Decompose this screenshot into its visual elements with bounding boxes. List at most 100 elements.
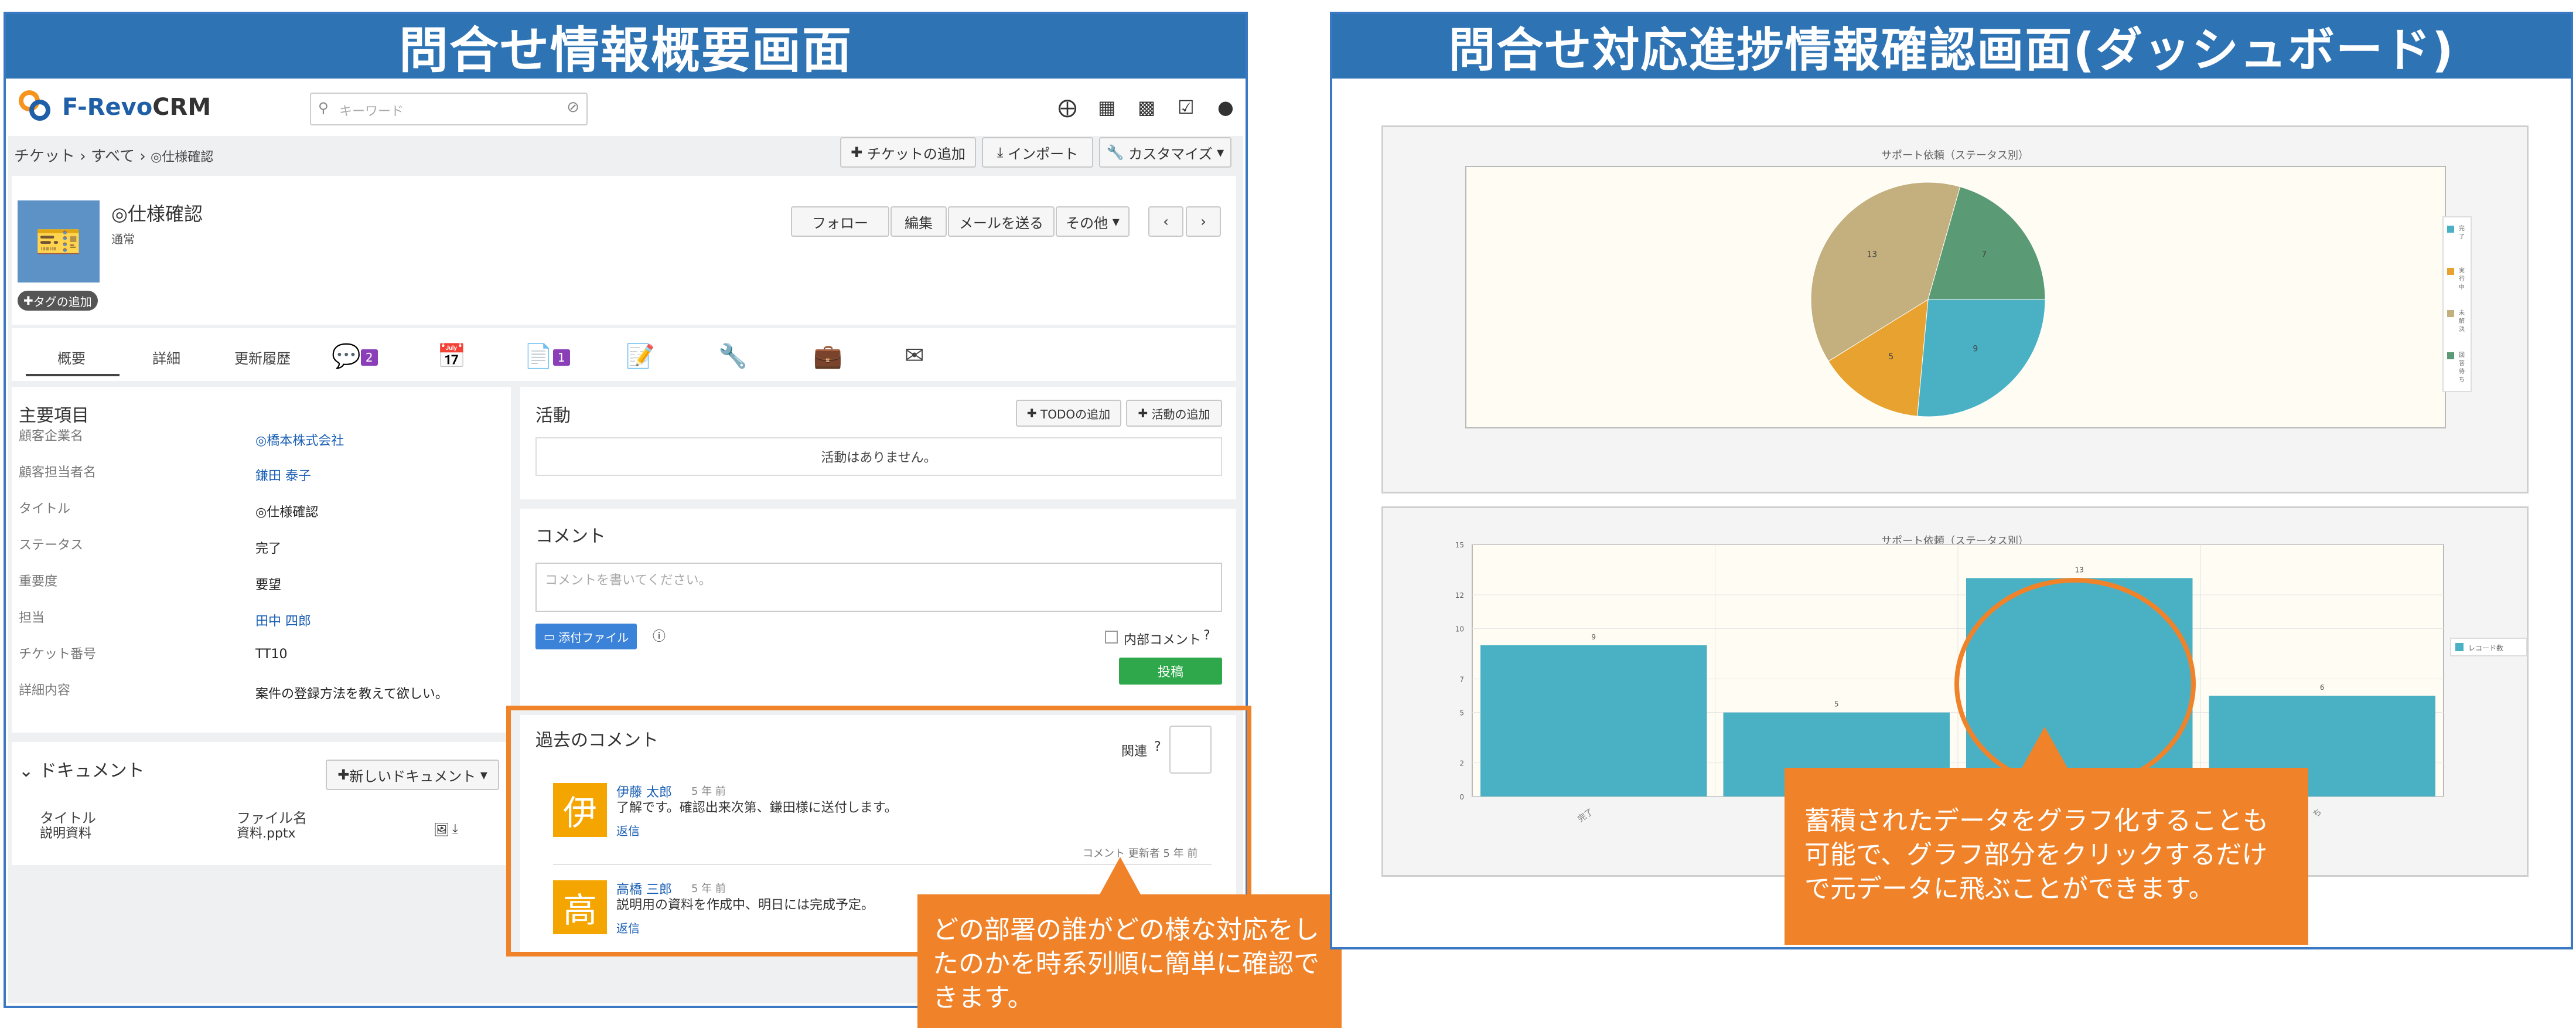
legend-swatch (2455, 643, 2464, 651)
search-clear-icon[interactable]: ⊘ (567, 98, 579, 116)
field-label: タイトル (19, 502, 71, 516)
tab-calendar-icon[interactable]: 📅 (437, 342, 466, 370)
left-callout-text: どの部署の誰がどの様な対応をしたのかを時系列順に簡単に確認できます。 (933, 915, 1319, 1013)
tab-bar (12, 328, 1236, 381)
breadcrumb-all[interactable]: すべて (91, 148, 135, 165)
right-callout: 蓄積されたデータをグラフ化することも可能で、グラフ部分をクリックするだけで元デー… (1785, 768, 2308, 945)
follow-button[interactable]: フォロー (791, 206, 889, 237)
comment-placeholder: コメントを書いてください。 (545, 573, 712, 588)
field-value-link[interactable]: ◎橋本株式会社 (255, 430, 344, 449)
x-tick-label: 完了 (1576, 807, 1595, 824)
customize-button[interactable]: 🔧 カスタマイズ ▾ (1099, 137, 1231, 168)
field-value: TT10 (255, 647, 288, 662)
tab-summary[interactable]: 概要 (57, 347, 86, 367)
breadcrumb: チケット › すべて › ◎仕様確認 (14, 144, 213, 166)
tab-comments[interactable]: 💬 2 (332, 342, 378, 370)
send-mail-button[interactable]: メールを送る (948, 206, 1055, 237)
tab-mail-icon[interactable]: ✉ (905, 342, 924, 369)
breadcrumb-current: ◎仕様確認 (151, 150, 214, 165)
pie-slice-label: 7 (1981, 250, 1987, 260)
image-icon[interactable]: 🖼 (434, 823, 450, 838)
field-value: 要望 (255, 578, 282, 593)
app-logo-icon[interactable] (16, 88, 54, 125)
documents-heading-label: ドキュメント (39, 761, 145, 781)
post-button[interactable]: 投稿 (1119, 658, 1222, 685)
internal-comment-checkbox[interactable] (1105, 631, 1118, 644)
legend-label[interactable]: 未解決 (2459, 309, 2465, 333)
breadcrumb-tickets[interactable]: チケット (14, 148, 75, 165)
tab-history[interactable]: 更新履歴 (234, 347, 291, 367)
activity-empty-text: 活動はありません。 (821, 451, 937, 465)
y-tick-label: 5 (1459, 709, 1464, 717)
attach-file-button[interactable]: ▭ 添付ファイル (535, 624, 637, 649)
field-label: 担当 (19, 611, 45, 625)
comment-icon: 💬 (332, 343, 361, 370)
main-items-heading: 主要項目 (19, 406, 89, 426)
y-tick-label: 12 (1455, 591, 1464, 600)
tab-briefcase-icon[interactable]: 💼 (813, 342, 842, 370)
pie-chart[interactable]: 9 5 13 7 (1465, 166, 2446, 428)
user-icon[interactable]: ● (1217, 96, 1234, 118)
attach-label: 添付ファイル (558, 630, 629, 645)
edit-button[interactable]: 編集 (890, 206, 947, 237)
add-ticket-label: チケットの追加 (866, 145, 965, 162)
logo-part-a: F-Revo (62, 94, 153, 121)
legend-label[interactable]: レコード数 (2468, 644, 2503, 652)
search-placeholder: キーワード (339, 104, 404, 119)
field-label: チケット番号 (19, 647, 97, 662)
tab-faq-icon[interactable]: 🔧 (718, 342, 748, 370)
record-name: ◎仕様確認 (111, 203, 203, 225)
download-icon[interactable]: ⤓ (452, 822, 458, 836)
search-input[interactable]: ⚲ キーワード ⊘ (310, 93, 588, 125)
tab-detail[interactable]: 詳細 (152, 347, 180, 367)
add-todo-label: TODOの追加 (1040, 407, 1111, 421)
comment-count-badge: 2 (360, 349, 378, 366)
field-value-link[interactable]: 田中 四郎 (255, 611, 311, 629)
import-button[interactable]: ⤓ インポート (982, 137, 1093, 168)
legend-label[interactable]: 実行中 (2459, 267, 2465, 291)
legend-swatch (2447, 352, 2454, 359)
documents-heading[interactable]: ⌄ ドキュメント (19, 756, 145, 782)
legend-label[interactable]: 完了 (2459, 224, 2465, 240)
legend-label[interactable]: 回答待ち (2459, 352, 2465, 383)
tab-documents[interactable]: 📄 1 (524, 342, 570, 370)
add-circle-icon[interactable]: ⨁ (1058, 96, 1077, 118)
tag-add-button[interactable]: ✚ タグの追加 (18, 291, 98, 311)
document-file[interactable]: 資料.pptx (237, 823, 296, 842)
field-value-link[interactable]: 鎌田 泰子 (255, 465, 311, 484)
y-tick-label: 15 (1455, 541, 1464, 549)
add-ticket-button[interactable]: ✚ チケットの追加 (840, 137, 976, 168)
app-logo-text[interactable]: F-RevoCRM (62, 94, 211, 121)
field-value: 案件の登録方法を教えて欲しい。 (255, 687, 448, 702)
bar[interactable] (1480, 645, 1707, 796)
attach-info-icon[interactable]: ⓘ (653, 626, 666, 645)
new-document-button[interactable]: ✚ 新しいドキュメント ▾ (326, 760, 499, 790)
checkbox-icon[interactable]: ☑ (1178, 96, 1195, 118)
other-button[interactable]: その他 ▾ (1056, 206, 1130, 237)
bar-value-label: 6 (2320, 683, 2325, 692)
comment-textarea[interactable]: コメントを書いてください。 (535, 563, 1222, 612)
field-value: 完了 (255, 542, 282, 556)
tab-notes-icon[interactable]: 📝 (626, 342, 655, 370)
add-activity-label: 活動の追加 (1151, 407, 1210, 421)
customize-label: カスタマイズ (1128, 145, 1213, 162)
right-callout-text: 蓄積されたデータをグラフ化することも可能で、グラフ部分をクリックするだけで元デー… (1804, 806, 2268, 904)
legend-swatch (2447, 226, 2454, 233)
document-title: 説明資料 (40, 826, 92, 841)
next-record-button[interactable]: › (1186, 206, 1221, 237)
prev-record-button[interactable]: ‹ (1148, 206, 1183, 237)
left-panel-title: 問合せ情報概要画面 (6, 14, 1246, 79)
callout-pointer (1099, 857, 1141, 896)
y-tick-label: 10 (1455, 625, 1464, 633)
document-count-badge: 1 (552, 349, 570, 366)
calendar-icon[interactable]: ▦ (1098, 96, 1115, 118)
add-todo-button[interactable]: ✚ TODOの追加 (1016, 400, 1121, 427)
field-value: ◎仕様確認 (255, 505, 319, 520)
legend-swatch (2447, 268, 2454, 275)
new-document-label: 新しいドキュメント (349, 768, 476, 785)
pie-slice[interactable] (1917, 299, 2046, 417)
add-activity-button[interactable]: ✚ 活動の追加 (1126, 400, 1222, 427)
y-tick-label: 2 (1459, 760, 1464, 768)
chart-icon[interactable]: ▩ (1138, 96, 1155, 118)
internal-comment-help-icon[interactable]: ? (1203, 628, 1210, 643)
